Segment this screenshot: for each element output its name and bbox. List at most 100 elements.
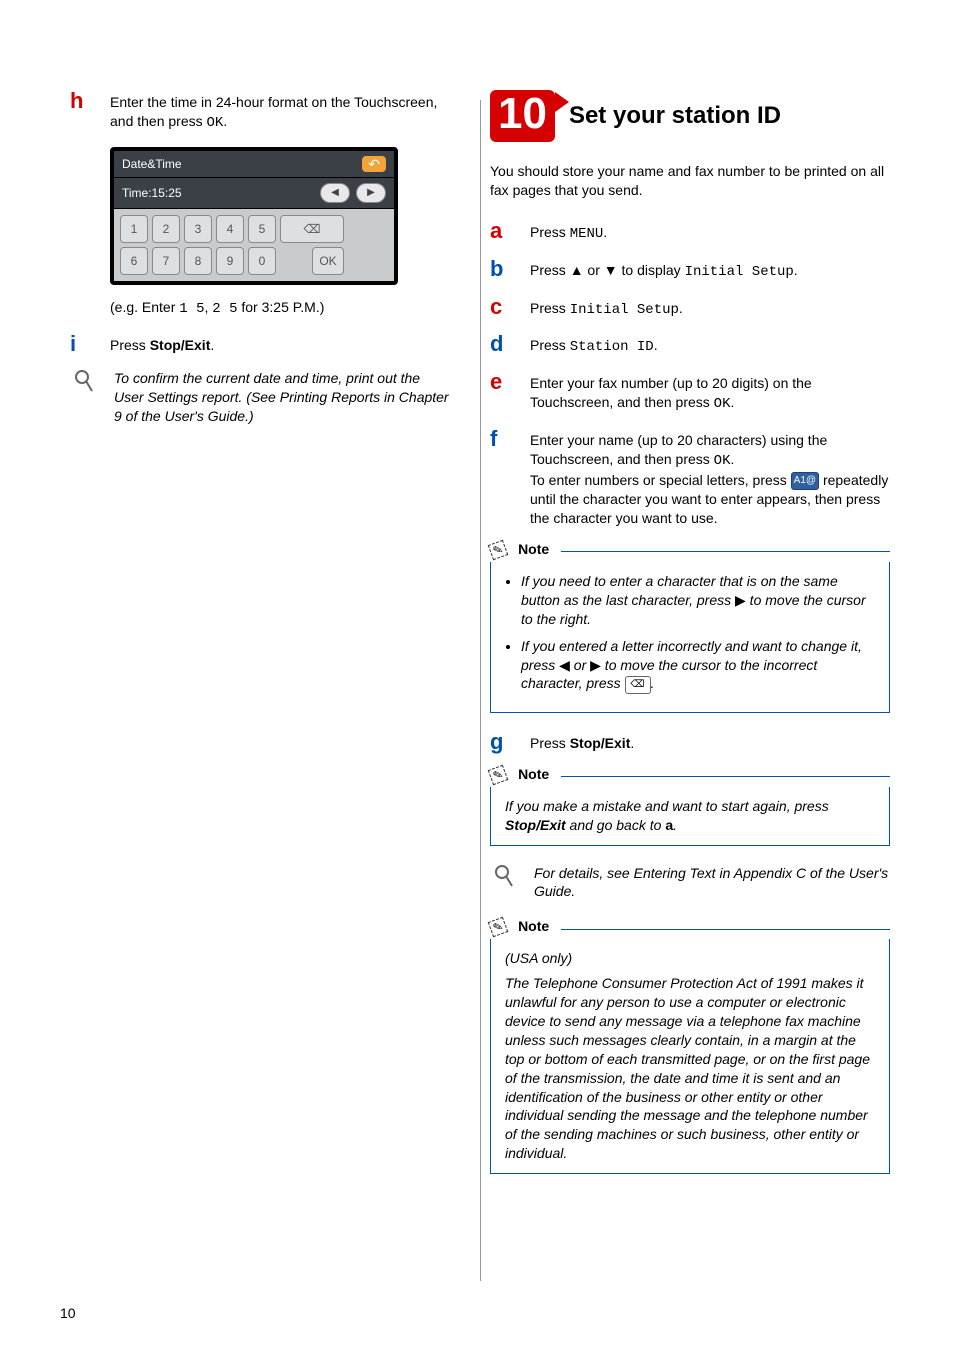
page-number: 10 — [60, 1305, 76, 1321]
hint-left: To confirm the current date and time, pr… — [70, 369, 450, 426]
note3-body: The Telephone Consumer Protection Act of… — [505, 974, 879, 1163]
section-heading: 10 Set your station ID — [490, 90, 890, 142]
keypad: 1 2 3 4 5 ⌫ 6 7 8 9 0 OK — [114, 209, 394, 281]
eg-seq2: 2 5 — [212, 301, 237, 317]
b-t3: to display — [618, 262, 685, 278]
step-a: a Press MENU. — [490, 220, 890, 244]
e-t3: . — [730, 394, 734, 410]
key-3[interactable]: 3 — [184, 215, 212, 243]
step-i: i Press Stop/Exit. — [70, 333, 450, 355]
note3-head: (USA only) — [505, 949, 879, 968]
key-4[interactable]: 4 — [216, 215, 244, 243]
example-line: (e.g. Enter 1 5, 2 5 for 3:25 P.M.) — [110, 299, 450, 317]
ts-time: Time:15:25 — [122, 186, 314, 200]
note-2-rule — [561, 776, 890, 777]
eg-seq1: 1 5 — [179, 301, 204, 317]
key-ok[interactable]: OK — [312, 247, 344, 275]
note-2: ✎ Note If you make a mistake and want to… — [490, 767, 890, 846]
step-h-text: Enter the time in 24-hour format on the … — [110, 90, 450, 133]
step-letter-f: f — [490, 428, 530, 528]
step-a-text: Press MENU. — [530, 220, 607, 244]
n2c: . — [651, 675, 655, 691]
back-icon[interactable]: ↶ — [362, 156, 386, 172]
key-6[interactable]: 6 — [120, 247, 148, 275]
key-9[interactable]: 9 — [216, 247, 244, 275]
triangle-up-icon: ▲ — [570, 262, 584, 278]
d-t3: . — [654, 337, 658, 353]
step-i-t3: . — [210, 337, 214, 353]
key-1[interactable]: 1 — [120, 215, 148, 243]
note-3-rule — [561, 929, 890, 930]
key-delete-icon[interactable]: ⌫ — [280, 215, 344, 243]
step-d-text: Press Station ID. — [530, 333, 658, 357]
step-letter-c: c — [490, 296, 530, 320]
f-t2: OK — [714, 453, 731, 469]
b-t5: . — [794, 262, 798, 278]
key-2[interactable]: 2 — [152, 215, 180, 243]
note-3-header: ✎ Note — [490, 919, 890, 935]
ts-title: Date&Time — [122, 157, 182, 171]
b-t4: Initial Setup — [685, 264, 794, 280]
step-e-text: Enter your fax number (up to 20 digits) … — [530, 371, 890, 414]
arrow-right-icon[interactable]: ▶ — [356, 183, 386, 203]
key-7[interactable]: 7 — [152, 247, 180, 275]
left-column: h Enter the time in 24-hour format on th… — [70, 90, 450, 1192]
step-letter-g: g — [490, 731, 530, 753]
column-divider — [480, 100, 481, 1281]
intro-paragraph: You should store your name and fax numbe… — [490, 162, 890, 200]
step-d: d Press Station ID. — [490, 333, 890, 357]
pencil-icon: ✎ — [488, 540, 509, 561]
c-t3: . — [679, 300, 683, 316]
note-1-item-1: If you need to enter a character that is… — [521, 572, 879, 629]
arrow-left-icon[interactable]: ◀ — [320, 183, 350, 203]
delete-key-icon: ⌫ — [625, 676, 651, 694]
c-t1: Press — [530, 300, 570, 316]
step-h-t1: Enter the time in 24-hour format on the … — [110, 94, 437, 129]
b-t2: or — [584, 262, 604, 278]
step-letter-h: h — [70, 90, 110, 133]
note-3-label: Note — [512, 918, 555, 934]
section-number-badge: 10 — [490, 90, 555, 142]
g-t1: Press — [530, 735, 570, 751]
note-1-box: If you need to enter a character that is… — [490, 562, 890, 713]
triangle-right-icon: ▶ — [735, 592, 746, 608]
step-letter-e: e — [490, 371, 530, 414]
note-1-item-2: If you entered a letter incorrectly and … — [521, 637, 879, 694]
a-t1: Press — [530, 224, 570, 240]
step-h-ok: OK — [207, 115, 224, 131]
step-f: f Enter your name (up to 20 characters) … — [490, 428, 890, 528]
step-c: c Press Initial Setup. — [490, 296, 890, 320]
f-t1: Enter your name (up to 20 characters) us… — [530, 432, 827, 467]
hint-right-text: For details, see Entering Text in Append… — [534, 864, 890, 902]
note2-d: a — [665, 817, 673, 833]
step-i-text: Press Stop/Exit. — [110, 333, 214, 355]
step-h: h Enter the time in 24-hour format on th… — [70, 90, 450, 133]
step-e: e Enter your fax number (up to 20 digits… — [490, 371, 890, 414]
key-5[interactable]: 5 — [248, 215, 276, 243]
triangle-right-icon-2: ▶ — [590, 657, 601, 673]
triangle-down-icon: ▼ — [604, 262, 618, 278]
note-1-header: ✎ Note — [490, 542, 890, 558]
step-i-t1: Press — [110, 337, 150, 353]
e-t1: Enter your fax number (up to 20 digits) … — [530, 375, 812, 410]
magnifier-icon — [70, 369, 114, 426]
hint-right: For details, see Entering Text in Append… — [490, 864, 890, 902]
n2or: or — [570, 657, 590, 673]
note-1-rule — [561, 551, 890, 552]
note2-a: If you make a mistake and want to start … — [505, 798, 829, 814]
step-g-text: Press Stop/Exit. — [530, 731, 634, 753]
note2-c: and go back to — [566, 817, 666, 833]
note-1-label: Note — [512, 541, 555, 557]
note-2-header: ✎ Note — [490, 767, 890, 783]
step-c-text: Press Initial Setup. — [530, 296, 683, 320]
section-title: Set your station ID — [569, 102, 781, 130]
f-t3: . — [730, 451, 734, 467]
key-0[interactable]: 0 — [248, 247, 276, 275]
step-letter-b: b — [490, 258, 530, 282]
touchscreen-preview: Date&Time ↶ Time:15:25 ◀ ▶ 1 2 3 4 5 ⌫ 6… — [110, 147, 398, 285]
key-8[interactable]: 8 — [184, 247, 212, 275]
d-t1: Press — [530, 337, 570, 353]
step-h-t3: . — [223, 113, 227, 129]
triangle-left-icon: ◀ — [559, 657, 570, 673]
b-t1: Press — [530, 262, 570, 278]
